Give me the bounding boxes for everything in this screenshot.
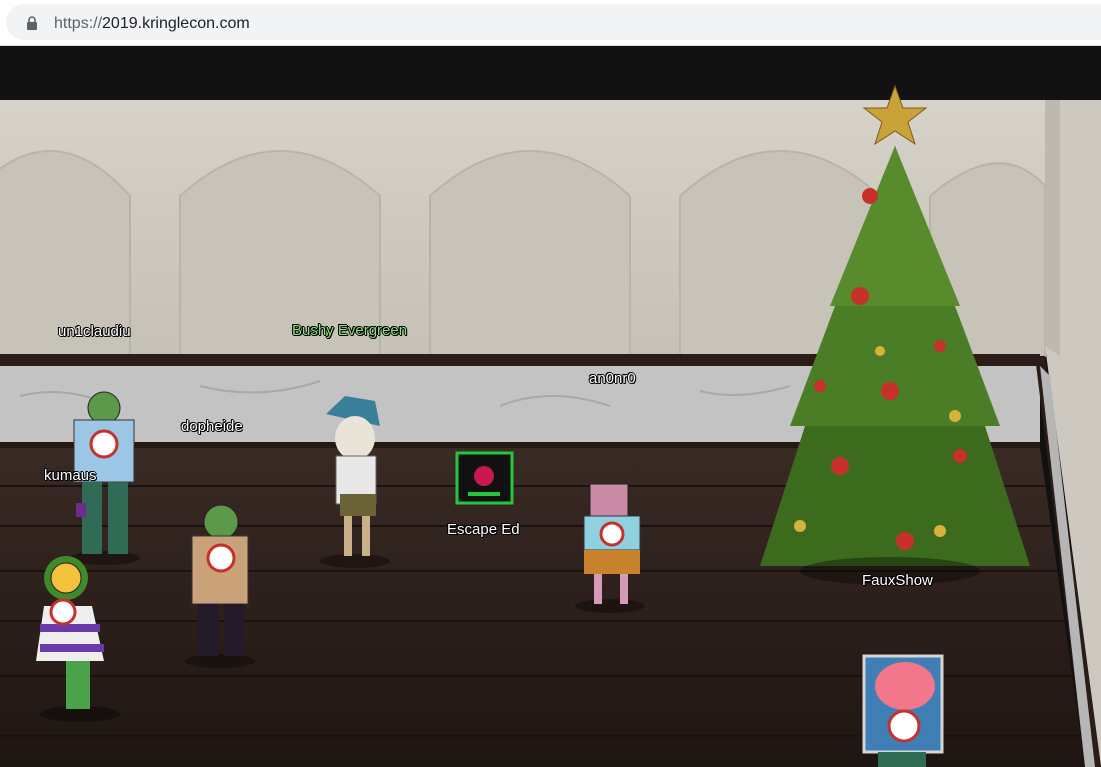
player-label[interactable]: dopheide [181, 418, 243, 435]
lock-icon [27, 16, 37, 30]
url-scheme: https:// [54, 15, 103, 32]
terminal-label[interactable]: Escape Ed [447, 521, 520, 538]
room-graphics [0, 84, 1101, 767]
player-label[interactable]: un1claudiu [58, 323, 131, 340]
player-label[interactable]: an0nr0 [589, 370, 636, 387]
escape-ed-terminal [455, 451, 514, 505]
npc-label[interactable]: Bushy Evergreen [292, 322, 407, 339]
address-text: https://2019.kringlecon.com [54, 15, 250, 33]
player-label[interactable]: kumaus [44, 467, 97, 484]
browser-bar: https://2019.kringlecon.com [0, 0, 1101, 46]
url-host: 2019.kringlecon.com [102, 15, 250, 32]
player-label[interactable]: FauxShow [862, 572, 933, 589]
avatar-fauxshow [862, 654, 944, 767]
address-field[interactable]: https://2019.kringlecon.com [6, 4, 1101, 40]
game-scene[interactable]: un1claudiu Bushy Evergreen an0nr0 dophei… [0, 46, 1101, 767]
